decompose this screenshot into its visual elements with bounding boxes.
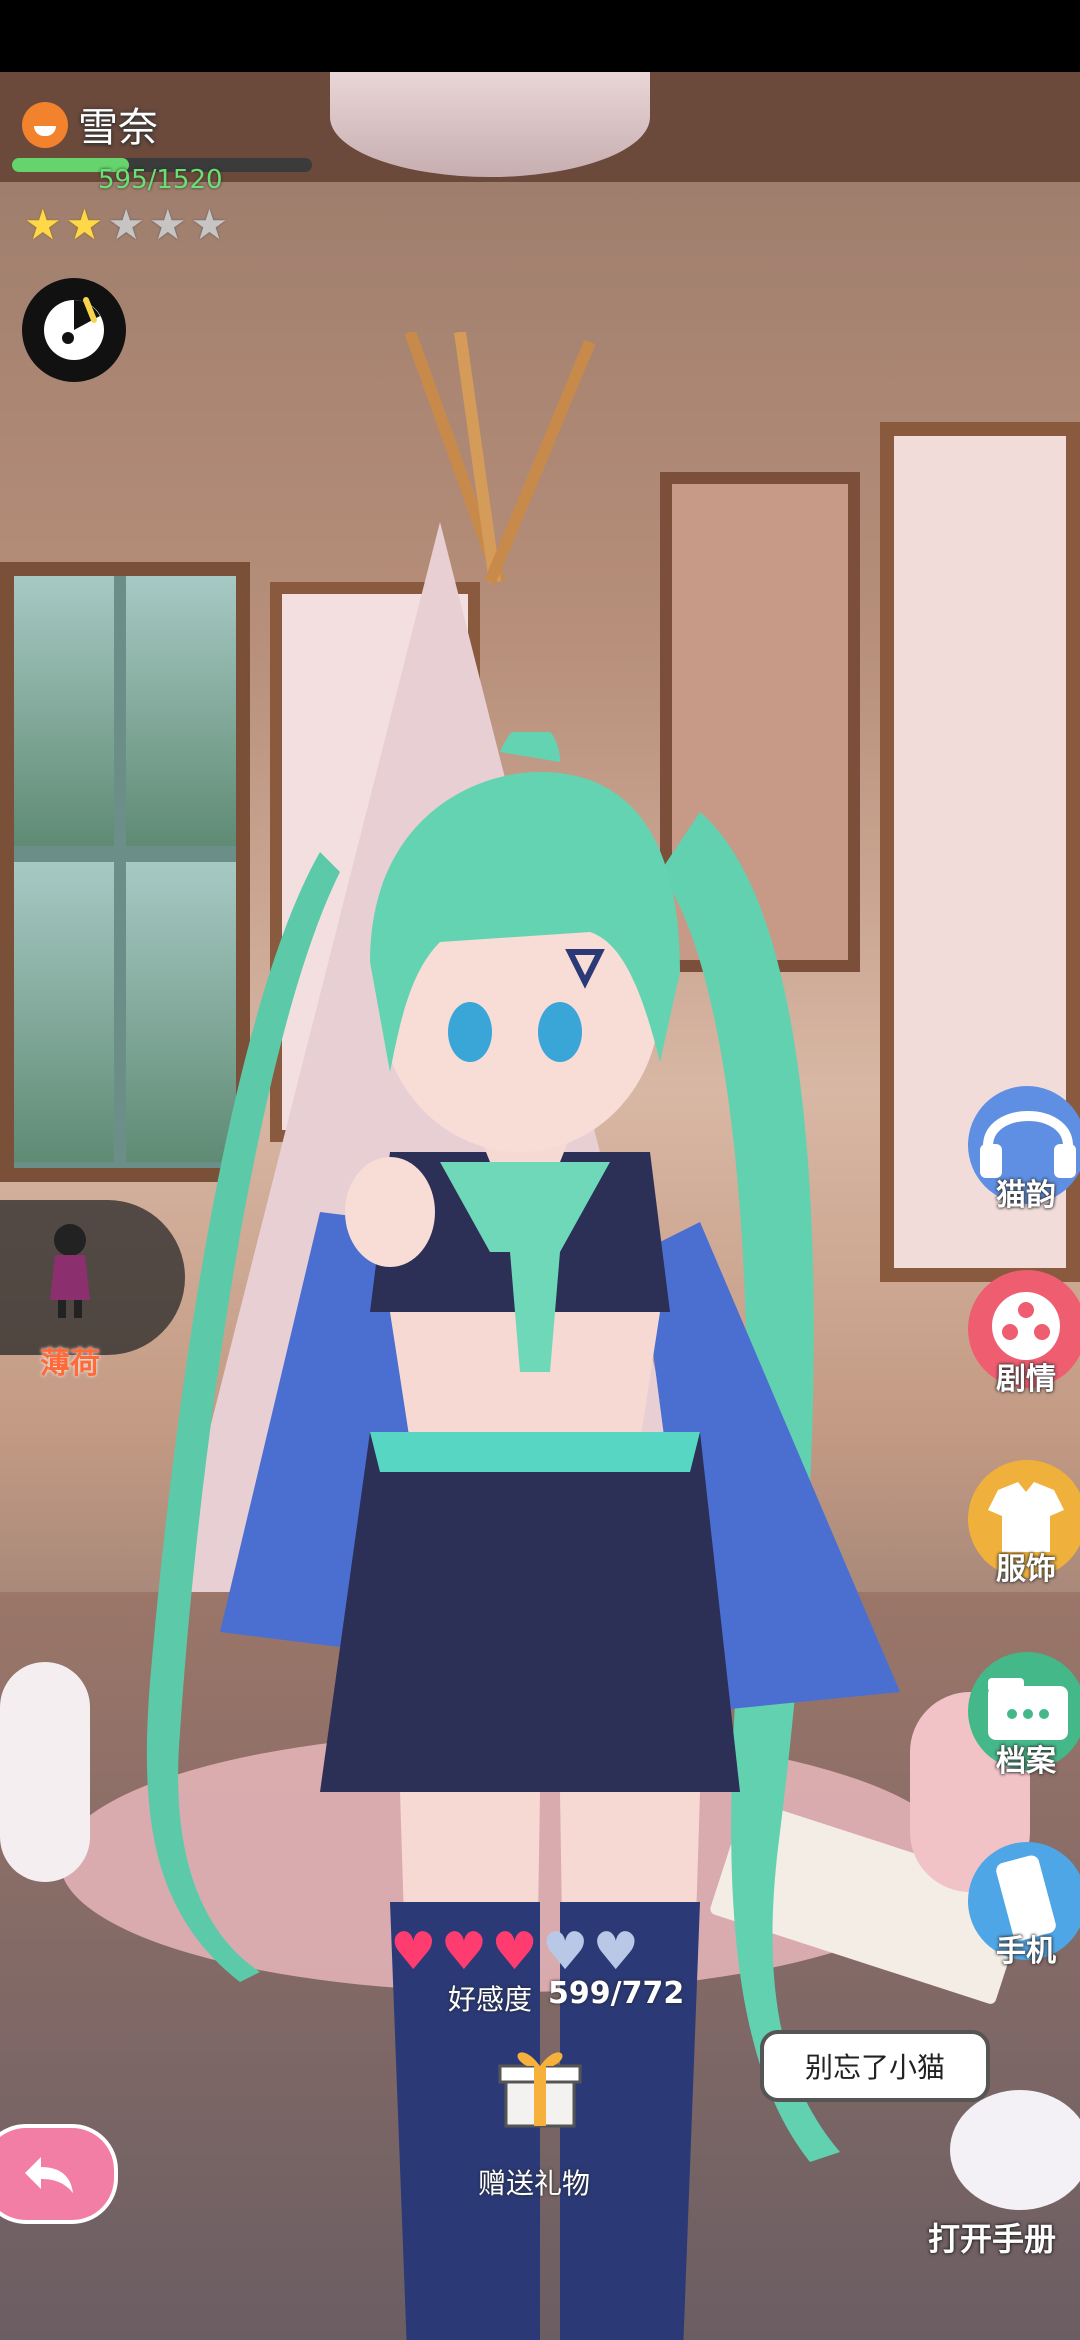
menu-label: 服饰	[996, 1552, 1056, 1587]
character-name: 雪奈	[78, 105, 158, 151]
heart-icon: ♥	[440, 1922, 488, 1982]
companion-label: 薄荷	[40, 1346, 100, 1381]
heart-icon: ♥	[491, 1922, 538, 1982]
menu-label: 剧情	[996, 1362, 1056, 1397]
star-icon: ★	[65, 200, 104, 249]
star-rating: ★ ★ ★ ★ ★	[24, 204, 228, 246]
menu-label: 手机	[996, 1934, 1056, 1969]
status-bar	[0, 0, 1080, 72]
gift-button[interactable]	[492, 2036, 588, 2132]
companion-silhouette-icon	[50, 1224, 90, 1318]
affection-label: 好感度	[448, 1983, 533, 2016]
star-icon: ★	[24, 200, 62, 249]
cat-plush	[0, 1662, 90, 1882]
gift-label: 赠送礼物	[478, 2167, 591, 2200]
star-icon: ★	[107, 200, 145, 249]
handbook-button[interactable]: 打开手册	[928, 2214, 1056, 2260]
companion-button[interactable]	[0, 1200, 185, 1355]
star-icon: ★	[190, 200, 229, 249]
emotion-button[interactable]	[22, 278, 126, 382]
room-scene	[0, 72, 1080, 2340]
heart-icon: ♥	[541, 1922, 589, 1982]
reminder-bubble: 别忘了小猫	[760, 2030, 990, 2102]
back-arrow-icon	[25, 2157, 73, 2193]
star-icon: ★	[148, 200, 187, 249]
reminder-text: 别忘了小猫	[804, 2051, 945, 2084]
affection-value: 599/772	[548, 1976, 685, 2011]
exp-text: 595/1520	[98, 165, 223, 195]
menu-label: 猫韵	[996, 1178, 1056, 1213]
emotion-icon	[44, 297, 104, 360]
heart-icon: ♥	[592, 1922, 640, 1982]
back-button[interactable]	[0, 2124, 118, 2224]
handbook-cat-icon[interactable]	[950, 2090, 1080, 2210]
menu-label: 档案	[996, 1744, 1056, 1779]
gift-box-icon	[498, 2052, 582, 2128]
mood-face-icon	[22, 102, 68, 148]
affection-hearts: ♥ ♥ ♥ ♥ ♥	[390, 1926, 639, 1978]
heart-icon: ♥	[390, 1922, 437, 1982]
